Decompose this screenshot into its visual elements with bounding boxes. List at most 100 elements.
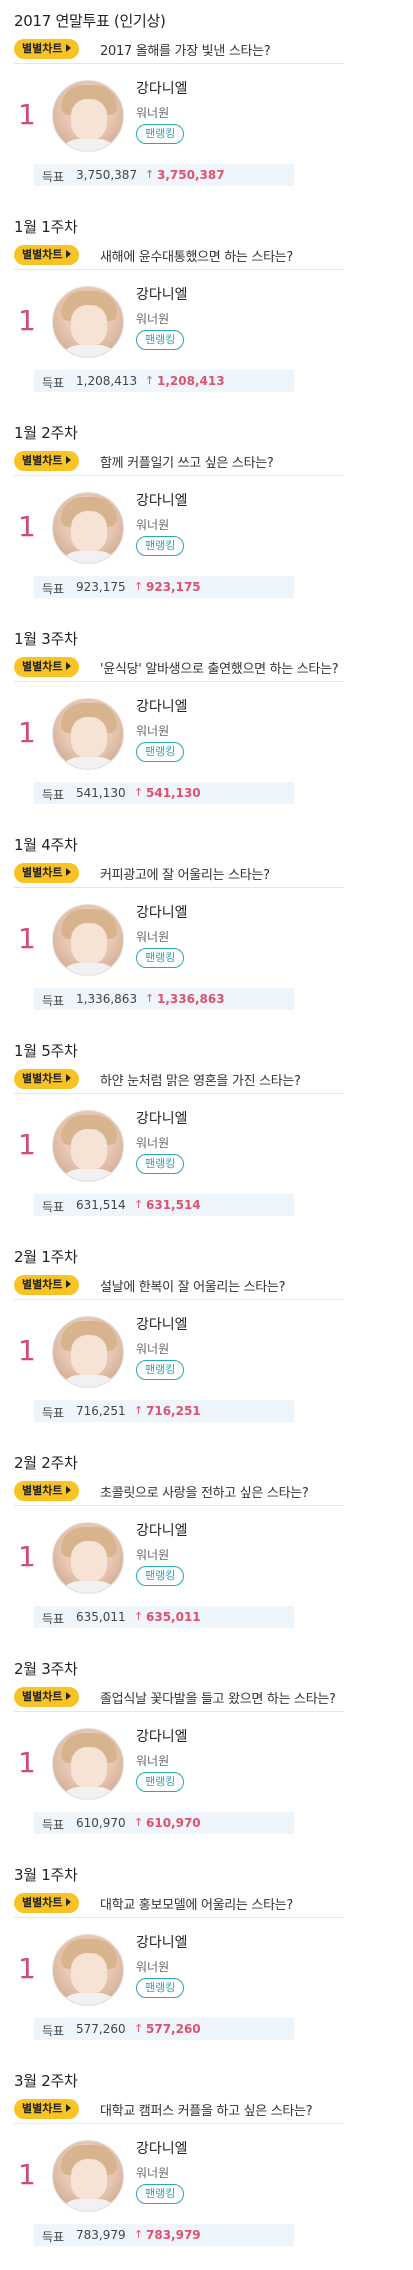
group-name: 워너원 <box>136 724 170 738</box>
byeolbyeol-chart-badge[interactable]: 별별차트 <box>14 1687 80 1707</box>
star-name[interactable]: 강다니엘 <box>136 1520 188 1540</box>
star-avatar[interactable] <box>52 698 124 770</box>
votes-value: 577,260 <box>76 2022 126 2036</box>
weekly-vote-section: 2017 연말투표 (인기상) 별별차트 2017 올해를 가장 빛낸 스타는?… <box>0 0 413 206</box>
votes-value: 541,130 <box>76 786 126 800</box>
fan-ranking-button[interactable]: 팬랭킹 <box>136 536 185 556</box>
question-row[interactable]: 별별차트 대학교 캠퍼스 커플을 하고 싶은 스타는? <box>14 2098 344 2124</box>
star-name[interactable]: 강다니엘 <box>136 490 188 510</box>
fan-ranking-button[interactable]: 팬랭킹 <box>136 2184 185 2204</box>
star-avatar[interactable] <box>52 492 124 564</box>
up-arrow-icon: ↑ <box>145 374 155 387</box>
byeolbyeol-chart-badge[interactable]: 별별차트 <box>14 863 80 883</box>
fan-ranking-button[interactable]: 팬랭킹 <box>136 124 185 144</box>
star-avatar[interactable] <box>52 286 124 358</box>
byeolbyeol-chart-badge[interactable]: 별별차트 <box>14 245 80 265</box>
star-name[interactable]: 강다니엘 <box>136 1726 188 1746</box>
section-title: 3월 2주차 <box>14 2072 78 2090</box>
star-name[interactable]: 강다니엘 <box>136 284 188 304</box>
weekly-vote-section: 1월 1주차 별별차트 새해에 윤수대통했으면 하는 스타는? 1 강다니엘 워… <box>0 206 413 412</box>
star-name[interactable]: 강다니엘 <box>136 1932 188 1952</box>
fan-ranking-button[interactable]: 팬랭킹 <box>136 1772 185 1792</box>
byeolbyeol-chart-badge[interactable]: 별별차트 <box>14 1481 80 1501</box>
question-text[interactable]: 초콜릿으로 사랑을 전하고 싶은 스타는? <box>100 1482 309 1501</box>
star-name[interactable]: 강다니엘 <box>136 1108 188 1128</box>
fan-ranking-button[interactable]: 팬랭킹 <box>136 1978 185 1998</box>
question-row[interactable]: 별별차트 설날에 한복이 잘 어울리는 스타는? <box>14 1274 344 1300</box>
fan-ranking-button[interactable]: 팬랭킹 <box>136 948 185 968</box>
weekly-vote-section: 1월 4주차 별별차트 커피광고에 잘 어울리는 스타는? 1 강다니엘 워너원… <box>0 824 413 1030</box>
fan-ranking-button[interactable]: 팬랭킹 <box>136 1154 185 1174</box>
question-text[interactable]: 설날에 한복이 잘 어울리는 스타는? <box>100 1276 285 1295</box>
question-text[interactable]: '윤식당' 알바생으로 출연했으면 하는 스타는? <box>100 658 339 677</box>
up-arrow-icon: ↑ <box>134 786 144 799</box>
weekly-vote-section: 3월 2주차 별별차트 대학교 캠퍼스 커플을 하고 싶은 스타는? 1 강다니… <box>0 2060 413 2266</box>
question-text[interactable]: 하얀 눈처럼 맑은 영혼을 가진 스타는? <box>100 1070 301 1089</box>
star-avatar[interactable] <box>52 1728 124 1800</box>
byeolbyeol-chart-badge[interactable]: 별별차트 <box>14 657 80 677</box>
section-title: 3월 1주차 <box>14 1866 78 1884</box>
play-triangle-icon <box>66 662 72 670</box>
votes-bar: 득표 577,260 ↑ 577,260 <box>34 2018 294 2040</box>
votes-value: 923,175 <box>76 580 126 594</box>
question-text[interactable]: 커피광고에 잘 어울리는 스타는? <box>100 864 270 883</box>
badge-label: 별별차트 <box>22 42 63 55</box>
votes-bar: 득표 541,130 ↑ 541,130 <box>34 782 294 804</box>
star-avatar[interactable] <box>52 1934 124 2006</box>
question-text[interactable]: 졸업식날 꽃다발을 들고 왔으면 하는 스타는? <box>100 1688 336 1707</box>
star-name[interactable]: 강다니엘 <box>136 696 188 716</box>
votes-label: 득표 <box>42 2230 65 2244</box>
votes-delta: 541,130 <box>146 786 201 800</box>
star-name[interactable]: 강다니엘 <box>136 1314 188 1334</box>
question-text[interactable]: 대학교 캠퍼스 커플을 하고 싶은 스타는? <box>100 2100 313 2119</box>
avatar-shirt-shape <box>59 1581 119 1593</box>
fan-ranking-button[interactable]: 팬랭킹 <box>136 1360 185 1380</box>
byeolbyeol-chart-badge[interactable]: 별별차트 <box>14 39 80 59</box>
question-text[interactable]: 대학교 홍보모델에 어울리는 스타는? <box>100 1894 293 1913</box>
group-name: 워너원 <box>136 1342 170 1356</box>
byeolbyeol-chart-badge[interactable]: 별별차트 <box>14 451 80 471</box>
question-row[interactable]: 별별차트 함께 커플일기 쓰고 싶은 스타는? <box>14 450 344 476</box>
question-row[interactable]: 별별차트 새해에 윤수대통했으면 하는 스타는? <box>14 244 344 270</box>
votes-delta: 716,251 <box>146 1404 201 1418</box>
avatar-shirt-shape <box>59 1787 119 1799</box>
question-row[interactable]: 별별차트 2017 올해를 가장 빛낸 스타는? <box>14 38 344 64</box>
star-avatar[interactable] <box>52 1110 124 1182</box>
question-row[interactable]: 별별차트 대학교 홍보모델에 어울리는 스타는? <box>14 1892 344 1918</box>
play-triangle-icon <box>66 1486 72 1494</box>
question-row[interactable]: 별별차트 졸업식날 꽃다발을 들고 왔으면 하는 스타는? <box>14 1686 344 1712</box>
votes-label: 득표 <box>42 788 65 802</box>
fan-ranking-button[interactable]: 팬랭킹 <box>136 330 185 350</box>
question-row[interactable]: 별별차트 하얀 눈처럼 맑은 영혼을 가진 스타는? <box>14 1068 344 1094</box>
votes-delta: 577,260 <box>146 2022 201 2036</box>
group-name: 워너원 <box>136 1754 170 1768</box>
fan-ranking-button[interactable]: 팬랭킹 <box>136 1566 185 1586</box>
play-triangle-icon <box>66 44 72 52</box>
avatar-face-shape <box>71 1747 107 1789</box>
question-text[interactable]: 새해에 윤수대통했으면 하는 스타는? <box>100 246 293 265</box>
byeolbyeol-chart-badge[interactable]: 별별차트 <box>14 2099 80 2119</box>
section-title: 1월 5주차 <box>14 1042 78 1060</box>
star-name[interactable]: 강다니엘 <box>136 2138 188 2158</box>
star-avatar[interactable] <box>52 1522 124 1594</box>
question-text[interactable]: 함께 커플일기 쓰고 싶은 스타는? <box>100 452 274 471</box>
star-name[interactable]: 강다니엘 <box>136 78 188 98</box>
fan-ranking-button[interactable]: 팬랭킹 <box>136 742 185 762</box>
star-avatar[interactable] <box>52 80 124 152</box>
question-row[interactable]: 별별차트 커피광고에 잘 어울리는 스타는? <box>14 862 344 888</box>
weekly-vote-section: 1월 3주차 별별차트 '윤식당' 알바생으로 출연했으면 하는 스타는? 1 … <box>0 618 413 824</box>
byeolbyeol-chart-badge[interactable]: 별별차트 <box>14 1069 80 1089</box>
star-avatar[interactable] <box>52 904 124 976</box>
star-name[interactable]: 강다니엘 <box>136 902 188 922</box>
byeolbyeol-chart-badge[interactable]: 별별차트 <box>14 1275 80 1295</box>
section-title: 1월 2주차 <box>14 424 78 442</box>
byeolbyeol-chart-badge[interactable]: 별별차트 <box>14 1893 80 1913</box>
up-arrow-icon: ↑ <box>134 1198 144 1211</box>
question-text[interactable]: 2017 올해를 가장 빛낸 스타는? <box>100 40 271 59</box>
question-row[interactable]: 별별차트 초콜릿으로 사랑을 전하고 싶은 스타는? <box>14 1480 344 1506</box>
star-avatar[interactable] <box>52 2140 124 2212</box>
question-row[interactable]: 별별차트 '윤식당' 알바생으로 출연했으면 하는 스타는? <box>14 656 344 682</box>
star-avatar[interactable] <box>52 1316 124 1388</box>
avatar-shirt-shape <box>59 1169 119 1181</box>
votes-value: 783,979 <box>76 2228 126 2242</box>
